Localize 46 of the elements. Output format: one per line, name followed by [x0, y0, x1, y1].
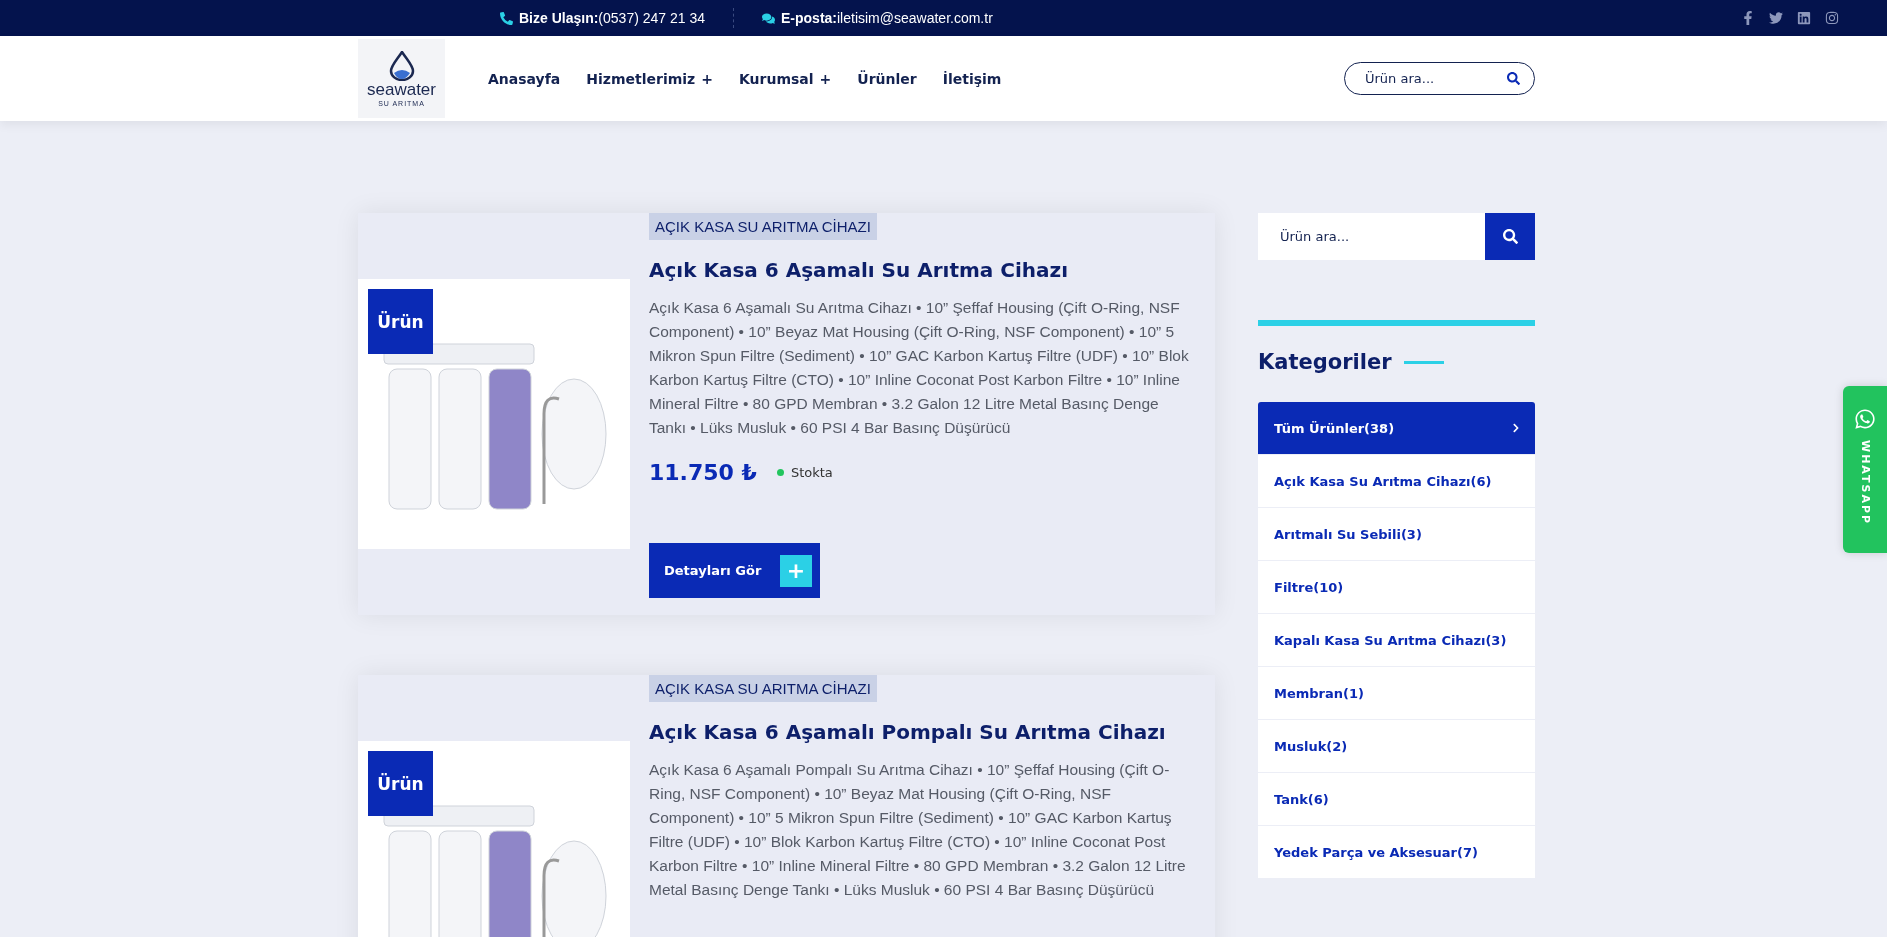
category-item[interactable]: Tank(6) — [1258, 773, 1535, 825]
instagram-icon[interactable] — [1825, 11, 1839, 25]
facebook-icon[interactable] — [1741, 11, 1755, 25]
search-icon — [1502, 229, 1518, 244]
chat-icon — [762, 11, 775, 25]
product-badge: Ürün — [368, 751, 433, 816]
linkedin-icon[interactable] — [1797, 11, 1811, 25]
stock-status: Stokta — [790, 465, 833, 480]
category-item[interactable]: Açık Kasa Su Arıtma Cihazı(6) — [1258, 455, 1535, 507]
nav-link[interactable]: Ürünler — [857, 70, 917, 87]
phone-icon — [500, 11, 513, 25]
product-description: Açık Kasa 6 Aşamalı Pompalı Su Arıtma Cihazı • 10” Şeffaf Housing (Çift O-Ring, NSF Component) • 10” Beyaz Mat Housing (Çift O-Ring, NSF Component) • 10” 5 Mikron Spun Filtre (Sediment) • 10” GAC Karbon Kartuş Filtre (UDF) • 10” Blok Karbon Kartuş Filtre (CTO) • 10” Inline Coconat Post Karbon Filtre • 10” Inline Mineral Filtre • 80 GPD Membran • 3.2 Galon 12 Litre Metal Basınç Denge Tankı • Lüks Musluk • 60 PSI 4 Bar Basınç Düşürücü — [649, 760, 1187, 900]
email-text: E-posta:iletisim@seawater.com.tr — [781, 10, 993, 26]
product-description: Açık Kasa 6 Aşamalı Su Arıtma Cihazı • 10” Şeffaf Housing (Çift O-Ring, NSF Component) • 10” Beyaz Mat Housing (Çift O-Ring, NSF Component) • 10” 5 Mikron Spun Filtre (Sediment) • 10” GAC Karbon Kartuş Filtre (UDF) • 10” Blok Karbon Kartuş Filtre (CTO) • 10” Inline Coconat Post Karbon Filtre • 10” Inline Mineral Filtre • 80 GPD Membran • 3.2 Galon 12 Litre Metal Basınç Denge Tankı • Lüks Musluk • 60 PSI 4 Bar Basınç Düşürücü — [649, 298, 1190, 438]
category-tag[interactable]: AÇIK KASA SU ARITMA CİHAZI — [649, 675, 877, 702]
category-item[interactable]: Kapalı Kasa Su Arıtma Cihazı(3) — [1258, 614, 1535, 666]
details-button[interactable]: Detayları Gör + — [649, 543, 820, 598]
category-item[interactable]: Tüm Ürünler(38) — [1258, 402, 1535, 454]
product-title[interactable]: Açık Kasa 6 Aşamalı Su Arıtma Cihazı — [649, 258, 1068, 282]
search-field[interactable]: Ürün ara... — [1258, 213, 1485, 260]
category-item[interactable]: Filtre(10) — [1258, 561, 1535, 613]
search-input[interactable]: Ürün ara... — [1363, 70, 1507, 87]
water-drop-icon — [388, 50, 415, 81]
categories-title: Kategoriler — [1258, 350, 1392, 374]
nav-link[interactable]: Hizmetlerimiz + — [586, 70, 713, 87]
search-icon[interactable] — [1507, 72, 1520, 85]
category-item[interactable]: Membran(1) — [1258, 667, 1535, 719]
product-price: 11.750 ₺ — [649, 460, 757, 485]
nav-link[interactable]: Kurumsal + — [739, 70, 832, 87]
logo-text: seawater — [367, 80, 436, 98]
status-dot — [776, 469, 784, 476]
search-input[interactable]: Ürün ara... — [1278, 228, 1485, 245]
nav-link[interactable]: Anasayfa — [488, 70, 561, 87]
category-item[interactable]: Arıtmalı Su Sebili(3) — [1258, 508, 1535, 560]
category-item[interactable]: Musluk(2) — [1258, 720, 1535, 772]
chevron-icon — [1511, 423, 1521, 433]
phone-text: Bize Ulaşın:(0537) 247 21 34 — [519, 10, 705, 26]
product-title[interactable]: Açık Kasa 6 Aşamalı Pompalı Su Arıtma Cihazı — [649, 720, 1166, 744]
plus-icon: + — [780, 554, 812, 587]
chat-bubble-icon — [1854, 408, 1876, 430]
search-button[interactable] — [1485, 213, 1535, 260]
category-item[interactable]: Yedek Parça ve Aksesuar(7) — [1258, 826, 1535, 878]
twitter-icon[interactable] — [1769, 11, 1783, 25]
nav-link[interactable]: İletişim — [942, 70, 1002, 87]
product-badge: Ürün — [368, 289, 433, 354]
category-tag[interactable]: AÇIK KASA SU ARITMA CİHAZI — [649, 213, 877, 240]
